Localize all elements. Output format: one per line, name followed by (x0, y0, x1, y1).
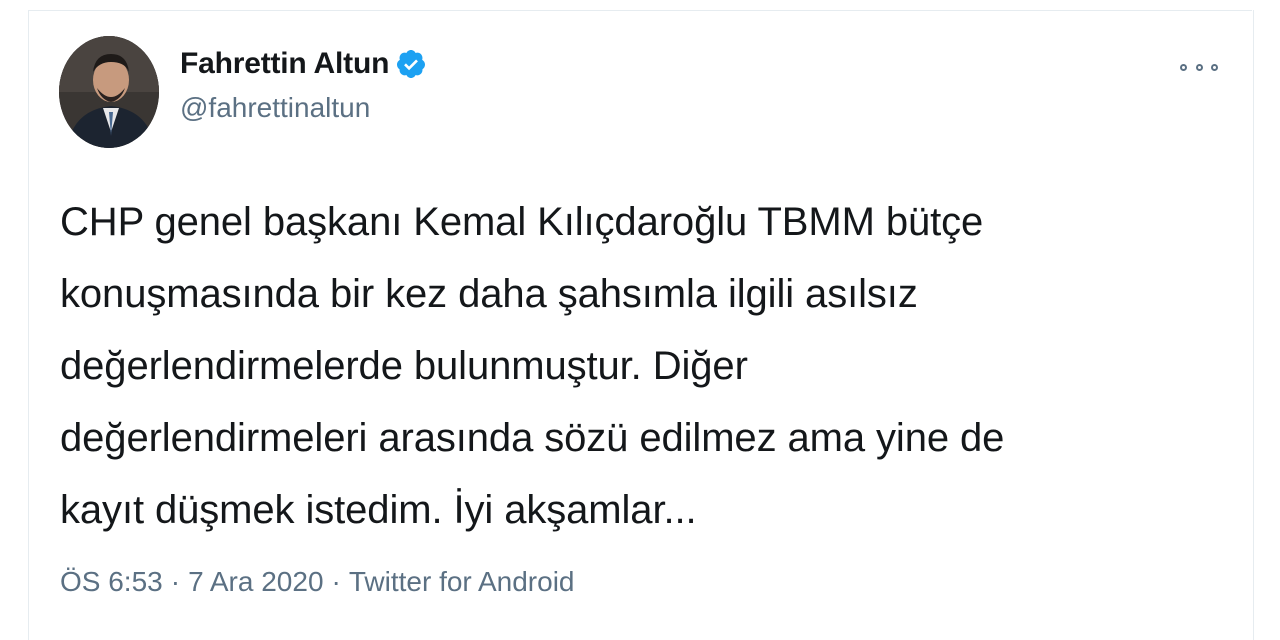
author-block: Fahrettin Altun @fahrettinaltun (180, 44, 427, 124)
more-options-icon (1211, 63, 1218, 71)
name-row: Fahrettin Altun (180, 44, 427, 84)
more-options-icon (1180, 63, 1187, 71)
avatar[interactable] (59, 36, 159, 148)
tweet-line: CHP genel başkanı Kemal Kılıçdaroğlu TBM… (60, 200, 984, 244)
avatar-photo (59, 36, 159, 148)
handle[interactable]: @fahrettinaltun (180, 92, 427, 124)
tweet-time[interactable]: ÖS 6:53 (60, 566, 163, 597)
tweet-line: değerlendirmelerde bulunmuştur. Diğer (60, 344, 748, 388)
display-name[interactable]: Fahrettin Altun (180, 47, 389, 81)
more-options-button[interactable] (1180, 56, 1218, 78)
tweet-text: CHP genel başkanı Kemal Kılıçdaroğlu TBM… (60, 186, 1230, 546)
card-border-right (1253, 10, 1254, 640)
verified-badge-icon (395, 48, 427, 80)
tweet-source[interactable]: Twitter for Android (349, 566, 575, 597)
card-border-top (28, 10, 1252, 11)
tweet-card: Fahrettin Altun @fahrettinaltun CHP gene… (0, 0, 1280, 640)
tweet-date[interactable]: 7 Ara 2020 (188, 566, 323, 597)
card-border-left (28, 10, 29, 640)
tweet-meta: ÖS 6:53 · 7 Ara 2020 · Twitter for Android (60, 566, 575, 598)
tweet-line: konuşmasında bir kez daha şahsımla ilgil… (60, 272, 918, 316)
meta-separator: · (331, 566, 341, 597)
meta-separator: · (170, 566, 181, 597)
more-options-icon (1195, 63, 1203, 71)
tweet-line: değerlendirmeleri arasında sözü edilmez … (60, 416, 1005, 460)
tweet-line: kayıt düşmek istedim. İyi akşamlar... (60, 488, 697, 532)
